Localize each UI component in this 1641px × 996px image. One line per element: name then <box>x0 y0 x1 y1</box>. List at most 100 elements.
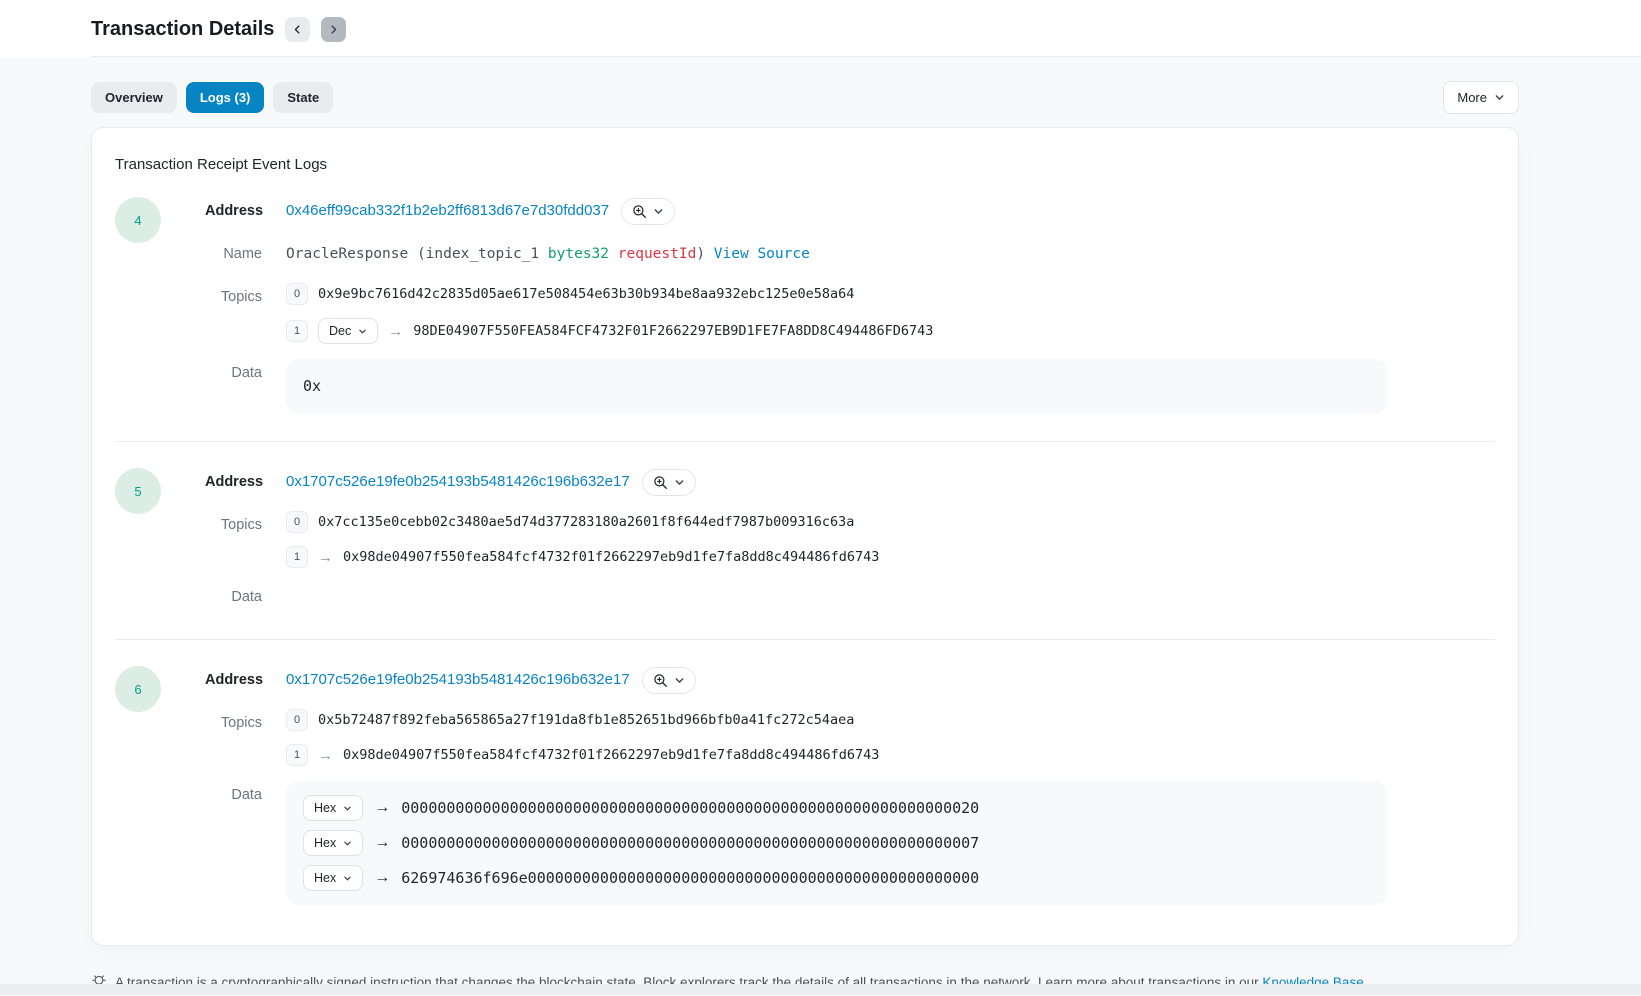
address-link[interactable]: 0x1707c526e19fe0b254193b5481426c196b632e… <box>286 666 630 694</box>
arrow-right-icon: → <box>318 549 333 566</box>
topic-index-badge: 1 <box>286 546 308 568</box>
topic-index-badge: 0 <box>286 283 308 305</box>
chevron-down-icon <box>653 206 664 217</box>
name-row: NameOracleResponse (index_topic_1 bytes3… <box>205 240 1495 268</box>
address-zoom-button[interactable] <box>621 198 675 225</box>
tab-logs-3[interactable]: Logs (3) <box>186 82 265 113</box>
topic-line: 1 → 0x98de04907f550fea584fcf4732f01f266229… <box>286 744 1495 766</box>
chevron-down-icon <box>343 804 352 813</box>
log-index-column: 4 <box>115 197 205 413</box>
tab-state[interactable]: State <box>273 82 333 113</box>
topic-line: 1 → 0x98de04907f550fea584fcf4732f01f266229… <box>286 546 1495 568</box>
tabs-group: Overview Logs (3) State <box>91 82 333 113</box>
data-value: 0000000000000000000000000000000000000000… <box>401 799 979 817</box>
chevron-down-icon <box>343 839 352 848</box>
card-heading: Transaction Receipt Event Logs <box>115 156 1495 173</box>
decode-select-label: Hex <box>314 836 336 850</box>
view-source-link[interactable]: View Source <box>714 246 810 262</box>
param-type-text: bytes32 <box>548 246 609 262</box>
decode-select-label: Hex <box>314 871 336 885</box>
arrow-right-icon: → <box>318 747 333 764</box>
address-row: Address0x1707c526e19fe0b254193b5481426c1… <box>205 666 1495 694</box>
chevron-right-icon <box>328 24 339 35</box>
page-header: Transaction Details <box>0 0 1641 57</box>
log-entry: 5 Address0x1707c526e19fe0b254193b5481426c… <box>115 468 1495 611</box>
data-row: Data 0x <box>205 359 1495 413</box>
address-link[interactable]: 0x1707c526e19fe0b254193b5481426c196b632e… <box>286 468 630 496</box>
topics-row: Topics0 0x9e9bc7616d42c2835d05ae617e50845… <box>205 283 1495 344</box>
chevron-down-icon <box>674 675 685 686</box>
log-entry: 6 Address0x1707c526e19fe0b254193b5481426c… <box>115 666 1495 905</box>
chevron-down-icon <box>674 477 685 488</box>
topic-index-badge: 0 <box>286 709 308 731</box>
topics-row: Topics00x7cc135e0cebb02c3480ae5d74d37728… <box>205 511 1495 568</box>
chevron-down-icon <box>358 327 367 336</box>
topics-label: Topics <box>205 709 286 737</box>
chevron-down-icon <box>1494 92 1505 103</box>
data-decode-select[interactable]: Hex <box>303 830 363 856</box>
topic-line: 1Dec→98DE04907F550FEA584FCF4732F01F26622… <box>286 318 1495 344</box>
topic-index-badge: 1 <box>286 320 308 342</box>
topic-value: 0x9e9bc7616d42c2835d05ae617e508454e63b30… <box>318 286 854 302</box>
topic-value: 98DE04907F550FEA584FCF4732F01F2662297EB9… <box>413 323 933 339</box>
data-label: Data <box>205 781 286 809</box>
log-index-badge: 5 <box>115 468 161 514</box>
name-label: Name <box>205 240 286 268</box>
topic-value: 0x5b72487f892feba565865a27f191da8fb1e852… <box>318 712 854 728</box>
address-label: Address <box>205 197 286 225</box>
topic-index-badge: 1 <box>286 744 308 766</box>
log-divider <box>115 441 1495 442</box>
topic-value: 0x98de04907f550fea584fcf4732f01f2662297e… <box>343 549 879 565</box>
arrow-right-icon: → <box>374 799 390 817</box>
param-name-text: requestId <box>618 246 697 262</box>
data-value: 0x <box>303 377 1370 395</box>
address-row: Address0x46eff99cab332f1b2eb2ff6813d67e7… <box>205 197 1495 225</box>
log-entry: 4 Address0x46eff99cab332f1b2eb2ff6813d67e… <box>115 197 1495 413</box>
prev-transaction-button[interactable] <box>285 17 310 42</box>
data-label: Data <box>205 359 286 387</box>
tab-bar: Overview Logs (3) State More <box>91 81 1519 114</box>
data-box: 0x <box>286 359 1387 413</box>
address-label: Address <box>205 666 286 694</box>
address-row: Address0x1707c526e19fe0b254193b5481426c1… <box>205 468 1495 496</box>
page-title: Transaction Details <box>91 18 274 41</box>
log-index-badge: 4 <box>115 197 161 243</box>
arrow-right-icon: → <box>374 869 390 887</box>
decode-select-label: Hex <box>314 801 336 815</box>
data-decode-select[interactable]: Hex <box>303 865 363 891</box>
chevron-left-icon <box>292 24 303 35</box>
data-decode-select[interactable]: Hex <box>303 795 363 821</box>
topics-label: Topics <box>205 283 286 311</box>
address-link[interactable]: 0x46eff99cab332f1b2eb2ff6813d67e7d30fdd0… <box>286 197 609 225</box>
data-row: Data Hex → 00000000000000000000000000000000… <box>205 781 1495 905</box>
tab-overview[interactable]: Overview <box>91 82 177 113</box>
main-area: Overview Logs (3) State More Transaction R… <box>0 57 1641 996</box>
topic-value: 0x98de04907f550fea584fcf4732f01f2662297e… <box>343 747 879 763</box>
more-button-label: More <box>1457 90 1487 105</box>
next-transaction-button[interactable] <box>321 17 346 42</box>
data-value: 0000000000000000000000000000000000000000… <box>401 834 979 852</box>
log-index-column: 6 <box>115 666 205 905</box>
chevron-down-icon <box>343 874 352 883</box>
data-box: Hex → 000000000000000000000000000000000000… <box>286 781 1387 905</box>
search-plus-icon <box>632 204 647 219</box>
bottom-strip <box>0 984 1641 995</box>
address-zoom-button[interactable] <box>642 469 696 496</box>
search-plus-icon <box>653 475 668 490</box>
search-plus-icon <box>653 673 668 688</box>
log-index-badge: 6 <box>115 666 161 712</box>
data-hex-row: Hex→626974636f696e0000000000000000000000… <box>303 865 1370 891</box>
data-hex-row: Hex→000000000000000000000000000000000000… <box>303 830 1370 856</box>
data-hex-row: Hex → 000000000000000000000000000000000000… <box>303 795 1370 821</box>
address-zoom-button[interactable] <box>642 667 696 694</box>
topic-line: 0 0x5b72487f892feba565865a27f191da8fb1e85… <box>286 709 1495 731</box>
topic-line: 00x7cc135e0cebb02c3480ae5d74d377283180a2… <box>286 511 1495 533</box>
topic-decode-select[interactable]: Dec <box>318 318 378 344</box>
log-divider <box>115 639 1495 640</box>
event-logs-card: Transaction Receipt Event Logs 4Address0… <box>91 127 1519 946</box>
topics-label: Topics <box>205 511 286 539</box>
data-row: Data <box>205 583 1495 611</box>
more-button[interactable]: More <box>1443 81 1519 114</box>
address-label: Address <box>205 468 286 496</box>
topic-value: 0x7cc135e0cebb02c3480ae5d74d377283180a26… <box>318 514 854 530</box>
